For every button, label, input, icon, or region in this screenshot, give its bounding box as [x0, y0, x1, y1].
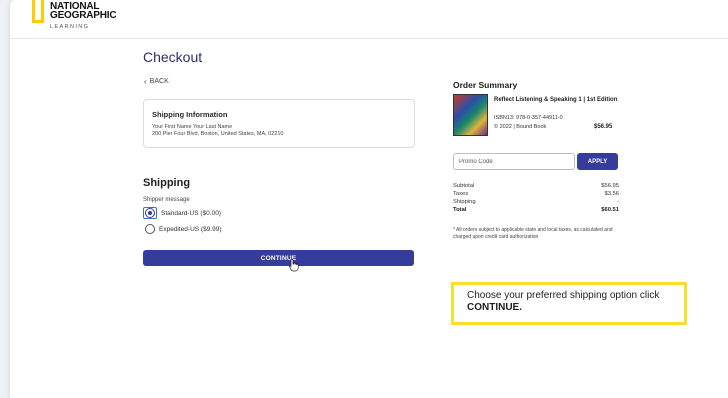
book-isbn: ISBN13: 978-0-357-44911-0 — [494, 115, 563, 121]
natgeo-logo-icon — [32, 0, 44, 23]
totals-value: - — [617, 199, 619, 205]
order-summary-title: Order Summary — [453, 80, 518, 90]
radio-focus-ring — [143, 207, 157, 219]
totals-value: $60.51 — [601, 207, 619, 213]
totals-row-subtotal: Subtotal $56.95 — [453, 182, 619, 190]
header-bar: NATIONAL GEOGRAPHIC LEARNING — [10, 0, 728, 39]
page-title: Checkout — [143, 49, 203, 65]
callout-emphasis: CONTINUE. — [467, 302, 522, 313]
tax-footnote: * All orders subject to applicable state… — [453, 227, 613, 240]
brand-sub: LEARNING — [50, 24, 90, 30]
back-label: BACK — [149, 78, 169, 85]
order-totals: Subtotal $56.95 Taxes $3.56 Shipping - T… — [453, 182, 619, 214]
totals-label: Subtotal — [453, 183, 475, 189]
shipping-name: Your First Name Your Last Name — [152, 124, 233, 130]
totals-row-shipping: Shipping - — [453, 198, 619, 206]
brand-logo-text[interactable]: NATIONAL GEOGRAPHIC — [50, 2, 117, 21]
promo-code-input[interactable] — [453, 153, 575, 170]
totals-row-taxes: Taxes $3.56 — [453, 190, 619, 198]
shipper-message-label: Shipper message — [143, 197, 190, 203]
brand-line-2: GEOGRAPHIC — [50, 10, 117, 21]
back-link[interactable]: ‹ BACK — [144, 77, 169, 86]
book-title: Reflect Listening & Speaking 1 | 1st Edi… — [494, 97, 618, 103]
book-meta: © 2022 | Bound Book — [494, 124, 547, 130]
shipping-option-label: Standard-US ($0.00) — [161, 209, 221, 217]
totals-label: Total — [453, 207, 467, 213]
shipping-heading: Shipping — [143, 177, 191, 189]
book-price: $56.95 — [594, 124, 613, 130]
callout-text: Choose your preferred shipping option cl… — [467, 290, 660, 301]
continue-button[interactable]: CONTINUE — [143, 250, 414, 266]
shipping-address: 200 Pier Four Blvd, Boston, United State… — [152, 131, 284, 137]
book-cover-image — [453, 94, 488, 136]
hand-cursor-icon — [288, 258, 299, 272]
totals-label: Taxes — [453, 191, 469, 197]
radio-standard[interactable] — [145, 208, 155, 218]
instruction-callout: Choose your preferred shipping option cl… — [451, 282, 687, 325]
totals-value: $3.56 — [604, 191, 619, 197]
shipping-info-card: Shipping Information Your First Name You… — [143, 99, 415, 148]
shipping-option-label: Expedited-US ($9.99) — [159, 225, 222, 233]
apply-button[interactable]: APPLY — [577, 153, 618, 170]
chevron-left-icon: ‹ — [144, 77, 147, 86]
shipping-option-expedited[interactable]: Expedited-US ($9.99) — [143, 224, 222, 234]
shipping-option-standard[interactable]: Standard-US ($0.00) — [143, 207, 221, 219]
totals-row-total: Total $60.51 — [453, 206, 619, 214]
shipping-info-title: Shipping Information — [152, 110, 228, 119]
totals-label: Shipping — [453, 199, 476, 205]
radio-expedited[interactable] — [145, 224, 155, 234]
browser-frame: NATIONAL GEOGRAPHIC LEARNING Checkout ‹ … — [10, 0, 728, 398]
totals-value: $56.95 — [601, 183, 619, 189]
